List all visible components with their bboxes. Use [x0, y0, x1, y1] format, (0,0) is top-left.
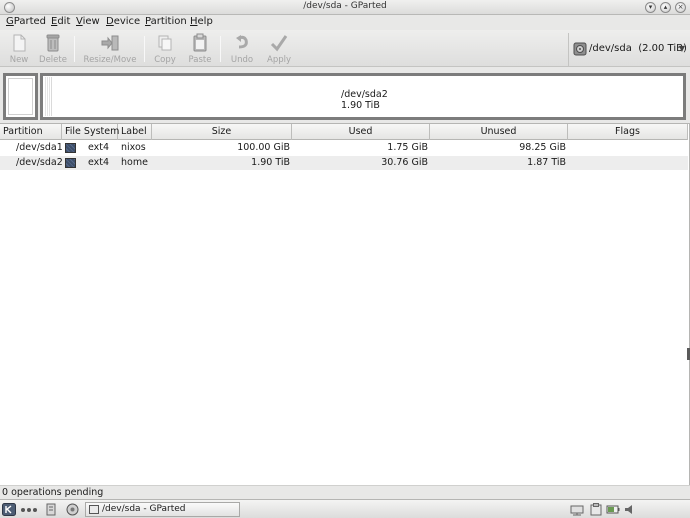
close-button[interactable]: ×: [675, 2, 686, 13]
table-row[interactable]: /dev/sda1 ext4 nixos 100.00 GiB 1.75 GiB…: [0, 141, 688, 155]
taskbar: /dev/sda - GParted: [0, 499, 690, 518]
table-header: Partition File System Label Size Used Un…: [0, 124, 688, 140]
copy-button[interactable]: Copy: [151, 33, 179, 65]
cell-label: nixos: [121, 142, 146, 153]
volume-icon[interactable]: [624, 503, 636, 516]
chevron-down-icon: ▼: [678, 44, 685, 53]
resize-move-button[interactable]: Resize/Move: [82, 33, 138, 65]
column-size[interactable]: Size: [152, 124, 292, 140]
toolbar-separator: [144, 36, 145, 62]
copy-icon: [158, 35, 172, 51]
column-used[interactable]: Used: [292, 124, 430, 140]
filesystem-color-swatch: [65, 158, 76, 168]
resize-move-label: Resize/Move: [83, 55, 137, 65]
window-title: /dev/sda - GParted: [303, 1, 387, 11]
column-file-system[interactable]: File System: [62, 124, 119, 140]
delete-label: Delete: [39, 55, 67, 65]
paste-button[interactable]: Paste: [186, 33, 214, 65]
cell-used: 1.75 GiB: [387, 142, 428, 153]
column-flags[interactable]: Flags: [568, 124, 688, 140]
new-button[interactable]: New: [6, 33, 32, 65]
toolbar-separator: [220, 36, 221, 62]
menu-bar: GParted Edit View Device Partition Help: [0, 15, 690, 30]
paste-icon: [193, 33, 207, 52]
gparted-launcher-icon[interactable]: [66, 503, 79, 516]
column-unused[interactable]: Unused: [430, 124, 568, 140]
partition-block-sda2[interactable]: /dev/sda2 1.90 TiB: [40, 73, 686, 120]
undo-label: Undo: [230, 55, 254, 65]
menu-partition[interactable]: Partition: [145, 16, 187, 27]
menu-device[interactable]: Device: [106, 16, 140, 27]
cell-file-system: ext4: [88, 157, 110, 168]
window-icon: [89, 505, 99, 514]
cell-unused: 1.87 TiB: [527, 157, 566, 168]
apply-icon: [270, 35, 288, 52]
apply-label: Apply: [267, 55, 291, 65]
apply-button[interactable]: Apply: [264, 33, 294, 65]
taskbar-window-button[interactable]: /dev/sda - GParted: [85, 502, 240, 517]
cell-label: home: [121, 157, 148, 168]
menu-view[interactable]: View: [76, 16, 100, 27]
taskbar-window-label: /dev/sda - GParted: [102, 504, 186, 514]
partition-used-bar: [44, 77, 52, 116]
partition-block-name: /dev/sda2: [341, 89, 388, 100]
delete-button[interactable]: Delete: [38, 33, 68, 65]
hard-disk-icon: [573, 42, 587, 56]
maximize-button[interactable]: ▴: [660, 2, 671, 13]
status-bar: 0 operations pending: [0, 485, 690, 499]
file-manager-icon[interactable]: [46, 503, 56, 516]
network-icon[interactable]: [570, 503, 584, 516]
paste-label: Paste: [188, 55, 212, 65]
partition-block-fill: [8, 78, 33, 115]
cell-unused: 98.25 GiB: [519, 142, 566, 153]
partition-block-sda1[interactable]: [3, 73, 38, 120]
copy-label: Copy: [154, 55, 176, 65]
cell-used: 30.76 GiB: [381, 157, 428, 168]
partition-block-size: 1.90 TiB: [341, 100, 380, 111]
minimize-button[interactable]: ▾: [645, 2, 656, 13]
battery-icon[interactable]: [606, 503, 620, 516]
device-selector[interactable]: /dev/sda (2.00 TiB) ▼: [568, 33, 689, 67]
new-label: New: [9, 55, 29, 65]
table-row[interactable]: /dev/sda2 ext4 home 1.90 TiB 30.76 GiB 1…: [0, 156, 688, 170]
menu-edit[interactable]: Edit: [51, 16, 70, 27]
new-icon: [13, 34, 26, 52]
cell-size: 100.00 GiB: [237, 142, 290, 153]
filesystem-color-swatch: [65, 143, 76, 153]
clipboard-icon[interactable]: [590, 503, 602, 516]
start-menu-icon[interactable]: [2, 503, 16, 516]
desktops-icon[interactable]: [20, 503, 38, 516]
cell-partition: /dev/sda1: [16, 142, 63, 153]
menu-gparted[interactable]: GParted: [6, 16, 46, 27]
toolbar-separator: [74, 36, 75, 62]
column-partition[interactable]: Partition: [0, 124, 62, 140]
menu-help[interactable]: Help: [190, 16, 213, 27]
device-label: /dev/sda (2.00 TiB): [589, 43, 687, 54]
undo-button[interactable]: Undo: [228, 33, 256, 65]
delete-icon: [46, 34, 60, 52]
undo-icon: [236, 35, 248, 49]
column-label[interactable]: Label: [118, 124, 152, 140]
resize-move-icon: [101, 35, 119, 51]
title-bar: /dev/sda - GParted ▾ ▴ ×: [0, 0, 690, 15]
partition-graphic: /dev/sda2 1.90 TiB: [0, 68, 690, 122]
cell-file-system: ext4: [88, 142, 110, 153]
cell-partition: /dev/sda2: [16, 157, 63, 168]
cell-size: 1.90 TiB: [251, 157, 290, 168]
partition-table: Partition File System Label Size Used Un…: [0, 123, 690, 485]
